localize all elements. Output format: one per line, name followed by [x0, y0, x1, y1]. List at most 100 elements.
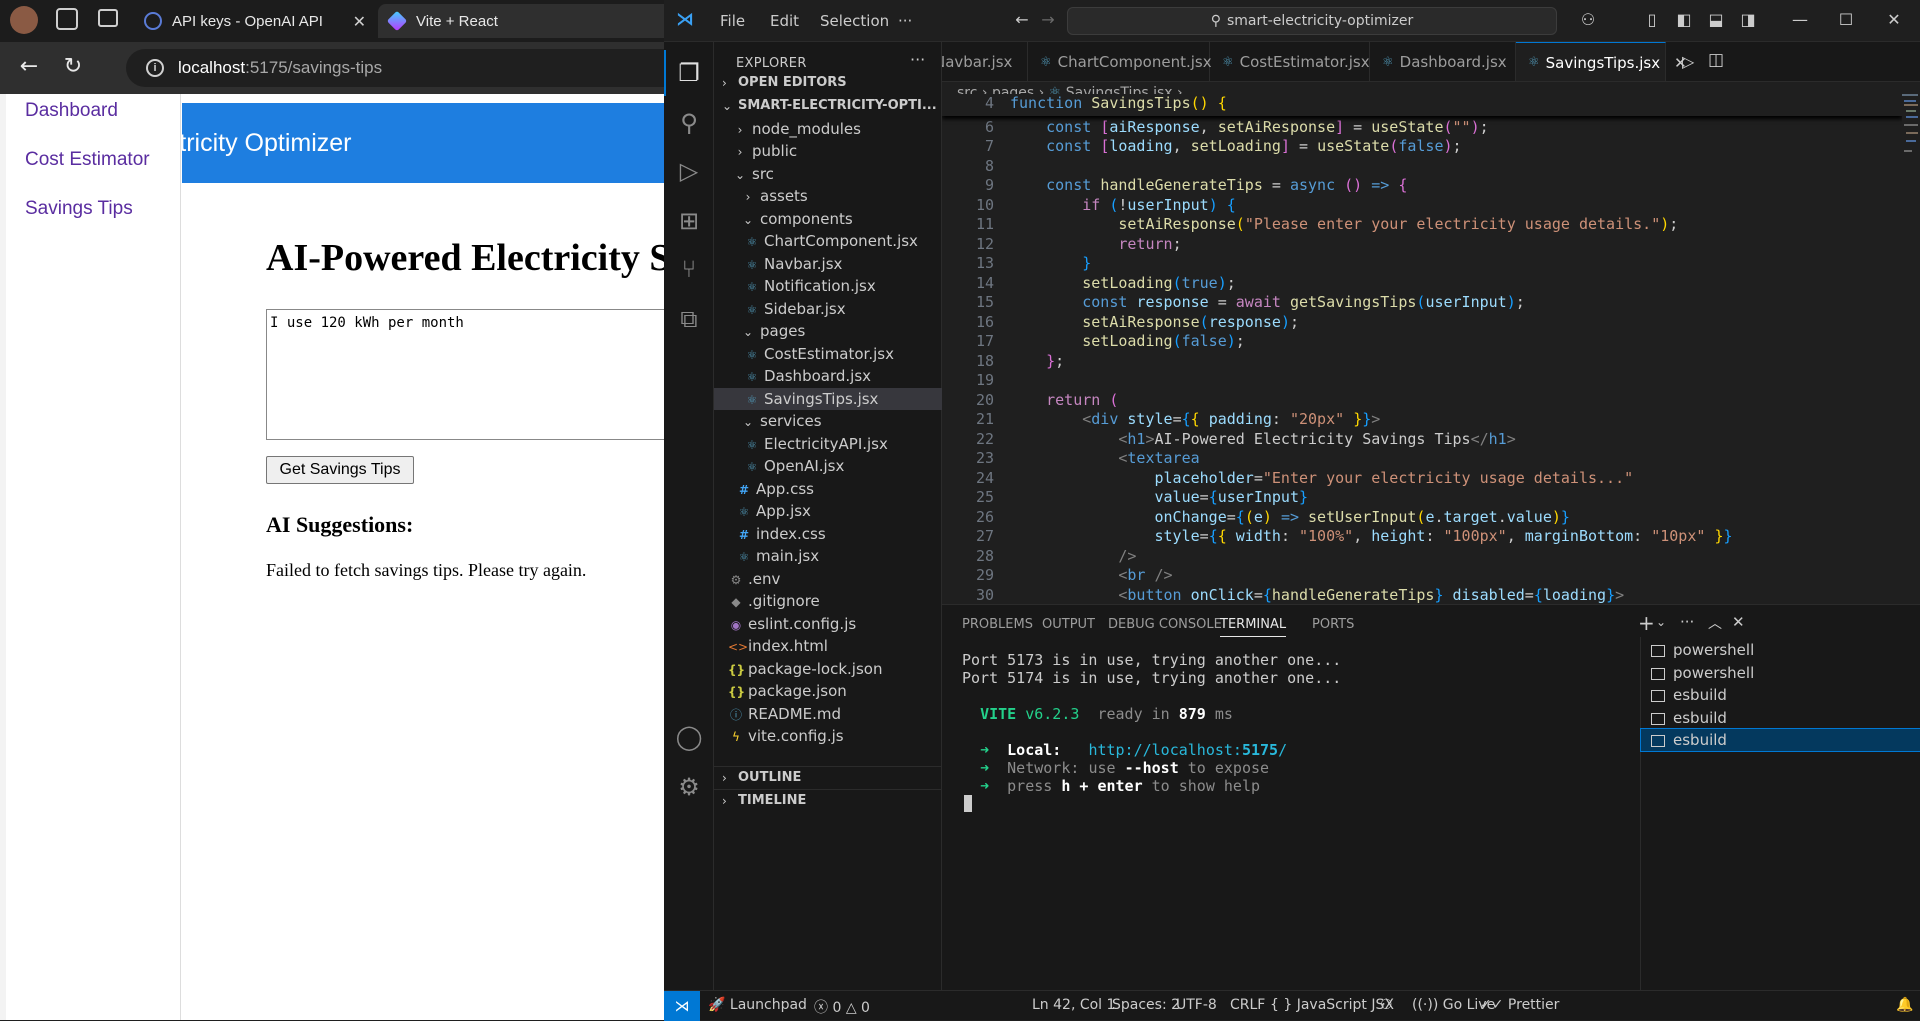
problems-status[interactable]: ⓧ 0 △ 0: [814, 997, 870, 1017]
run-file-icon[interactable]: ▷: [1682, 52, 1694, 71]
folder-components[interactable]: ⌄ components: [714, 208, 942, 230]
cursor-position[interactable]: Ln 42, Col 1: [1032, 997, 1115, 1013]
line-endings[interactable]: CRLF: [1230, 997, 1265, 1013]
file-sidebar[interactable]: ⚛ Sidebar.jsx: [714, 298, 942, 320]
file-main-jsx[interactable]: ⚛ main.jsx: [714, 545, 942, 567]
terminal-item-esbuild-active[interactable]: esbuild: [1640, 728, 1920, 752]
get-savings-tips-button[interactable]: Get Savings Tips: [266, 456, 414, 484]
indentation[interactable]: Spaces: 2: [1112, 997, 1180, 1013]
close-panel-icon[interactable]: ✕: [1732, 613, 1745, 631]
file-dashboard[interactable]: ⚛ Dashboard.jsx: [714, 365, 942, 387]
panel-tab-output[interactable]: OUTPUT: [1042, 617, 1095, 632]
file-electricityapi[interactable]: ⚛ ElectricityAPI.jsx: [714, 433, 942, 455]
file-savingstips[interactable]: ⚛ SavingsTips.jsx: [714, 388, 942, 410]
prettier-status[interactable]: ✓✓ Prettier: [1480, 997, 1559, 1013]
workspaces-icon[interactable]: [56, 8, 78, 30]
launchpad-status[interactable]: 🚀 Launchpad: [708, 997, 807, 1013]
file-index-html[interactable]: <>index.html: [714, 635, 942, 657]
tab-vite-react[interactable]: Vite + React: [378, 4, 678, 38]
extensions-icon[interactable]: ⊞: [674, 206, 704, 236]
sidebar-link-savings-tips[interactable]: Savings Tips: [25, 198, 133, 220]
site-info-icon[interactable]: i: [146, 59, 164, 77]
editor-tab-costestimator[interactable]: ⚛ CostEstimator.jsx: [1210, 42, 1370, 81]
menu-edit[interactable]: Edit: [770, 12, 799, 30]
split-editor-icon[interactable]: ◫: [1708, 50, 1724, 70]
file-gitignore[interactable]: ◆ .gitignore: [714, 590, 942, 612]
layout-sidebar-icon[interactable]: ▯: [1642, 10, 1662, 30]
file-vite-config[interactable]: ϟ vite.config.js: [714, 725, 942, 747]
toggle-panel-icon[interactable]: ⬓: [1706, 10, 1726, 30]
close-tab-icon[interactable]: ✕: [353, 12, 366, 32]
file-package-json[interactable]: {} package.json: [714, 680, 942, 702]
file-notification[interactable]: ⚛ Notification.jsx: [714, 275, 942, 297]
sticky-scroll-header[interactable]: 4 function SavingsTips() {: [942, 94, 1902, 116]
outline-section[interactable]: › OUTLINE: [714, 766, 942, 788]
copilot-icon[interactable]: ⚇: [1578, 10, 1598, 30]
notifications-bell-icon[interactable]: 🔔: [1896, 997, 1913, 1013]
editor-tab-savingstips[interactable]: ⚛ SavingsTips.jsx ✕: [1516, 42, 1687, 81]
terminal-item-powershell[interactable]: powershell: [1641, 662, 1920, 684]
file-env[interactable]: ⚙ .env: [714, 568, 942, 590]
editor-tab-chartcomponent[interactable]: ⚛ ChartComponent.jsx: [1028, 42, 1212, 81]
source-control-icon[interactable]: ⑂: [674, 254, 704, 284]
panel-tab-terminal[interactable]: TERMINAL: [1220, 617, 1287, 637]
close-window-icon[interactable]: ✕: [1884, 10, 1904, 30]
file-openai[interactable]: ⚛ OpenAI.jsx: [714, 455, 942, 477]
minimap[interactable]: [1902, 94, 1920, 604]
profile-avatar[interactable]: [10, 6, 38, 34]
usage-textarea[interactable]: [266, 309, 686, 440]
folder-node-modules[interactable]: › node_modules: [714, 118, 942, 140]
panel-tab-ports[interactable]: PORTS: [1312, 617, 1354, 632]
file-app-jsx[interactable]: ⚛ App.jsx: [714, 500, 942, 522]
file-index-css[interactable]: # index.css: [714, 523, 942, 545]
toggle-sidebar-icon[interactable]: ◧: [1674, 10, 1694, 30]
sidebar-link-dashboard[interactable]: Dashboard: [25, 100, 118, 122]
terminal-item-powershell[interactable]: powershell: [1641, 639, 1920, 661]
panel-tab-debug-console[interactable]: DEBUG CONSOLE: [1108, 617, 1222, 632]
panel-tab-problems[interactable]: PROBLEMS: [962, 617, 1033, 632]
explorer-more-icon[interactable]: ···: [910, 50, 925, 69]
manage-gear-icon[interactable]: ⚙: [674, 772, 704, 802]
language-mode[interactable]: { } JavaScript JSX: [1270, 997, 1394, 1013]
timeline-section[interactable]: › TIMELINE: [714, 789, 942, 811]
explorer-icon[interactable]: ❐: [664, 50, 704, 96]
run-debug-icon[interactable]: ▷: [674, 156, 704, 186]
back-arrow-icon[interactable]: ←: [14, 54, 44, 79]
maximize-panel-icon[interactable]: ︿: [1708, 613, 1722, 633]
chevron-down-icon[interactable]: ⌄: [1656, 615, 1666, 629]
file-navbar[interactable]: ⚛ Navbar.jsx: [714, 253, 942, 275]
panel-more-icon[interactable]: ···: [1680, 613, 1694, 631]
nav-back-icon[interactable]: ←: [1012, 10, 1032, 30]
copilot-status-icon[interactable]: ⚇: [1380, 997, 1393, 1013]
toggle-secondary-sidebar-icon[interactable]: ◨: [1738, 10, 1758, 30]
file-readme[interactable]: ⓘ README.md: [714, 703, 942, 725]
new-terminal-icon[interactable]: +: [1638, 611, 1655, 635]
url-bar[interactable]: i localhost:5175/savings-tips: [126, 49, 686, 87]
editor-tab-navbar[interactable]: Navbar.jsx: [942, 42, 1028, 81]
folder-src[interactable]: ⌄ src: [714, 163, 942, 185]
code-editor[interactable]: 6 const [aiResponse, setAiResponse] = us…: [942, 94, 1902, 604]
file-app-css[interactable]: # App.css: [714, 478, 942, 500]
encoding[interactable]: UTF-8: [1176, 997, 1217, 1013]
remote-explorer-icon[interactable]: ⧉: [674, 304, 704, 334]
folder-services[interactable]: ⌄ services: [714, 410, 942, 432]
remote-indicator-icon[interactable]: ⋊: [664, 991, 700, 1021]
nav-forward-icon[interactable]: →: [1038, 10, 1058, 30]
tab-openai[interactable]: API keys - OpenAI API ✕: [134, 4, 376, 38]
minimize-icon[interactable]: —: [1790, 10, 1810, 30]
sidebar-link-cost-estimator[interactable]: Cost Estimator: [25, 149, 150, 171]
folder-assets[interactable]: › assets: [714, 185, 942, 207]
maximize-icon[interactable]: ☐: [1836, 10, 1856, 30]
search-view-icon[interactable]: ⚲: [674, 108, 704, 138]
menu-more[interactable]: ···: [898, 12, 912, 30]
editor-tab-dashboard[interactable]: ⚛ Dashboard.jsx: [1370, 42, 1516, 81]
menu-file[interactable]: File: [720, 12, 745, 30]
project-section[interactable]: ⌄ SMART-ELECTRICITY-OPTI...: [714, 95, 942, 117]
tab-actions-icon[interactable]: [98, 9, 118, 27]
menu-selection[interactable]: Selection: [820, 12, 889, 30]
terminal-item-esbuild[interactable]: esbuild: [1641, 684, 1920, 706]
command-center-search[interactable]: ⚲ smart-electricity-optimizer: [1067, 7, 1557, 35]
file-package-lock[interactable]: {} package-lock.json: [714, 658, 942, 680]
reload-icon[interactable]: ↻: [58, 54, 88, 79]
terminal-item-esbuild[interactable]: esbuild: [1641, 707, 1920, 729]
